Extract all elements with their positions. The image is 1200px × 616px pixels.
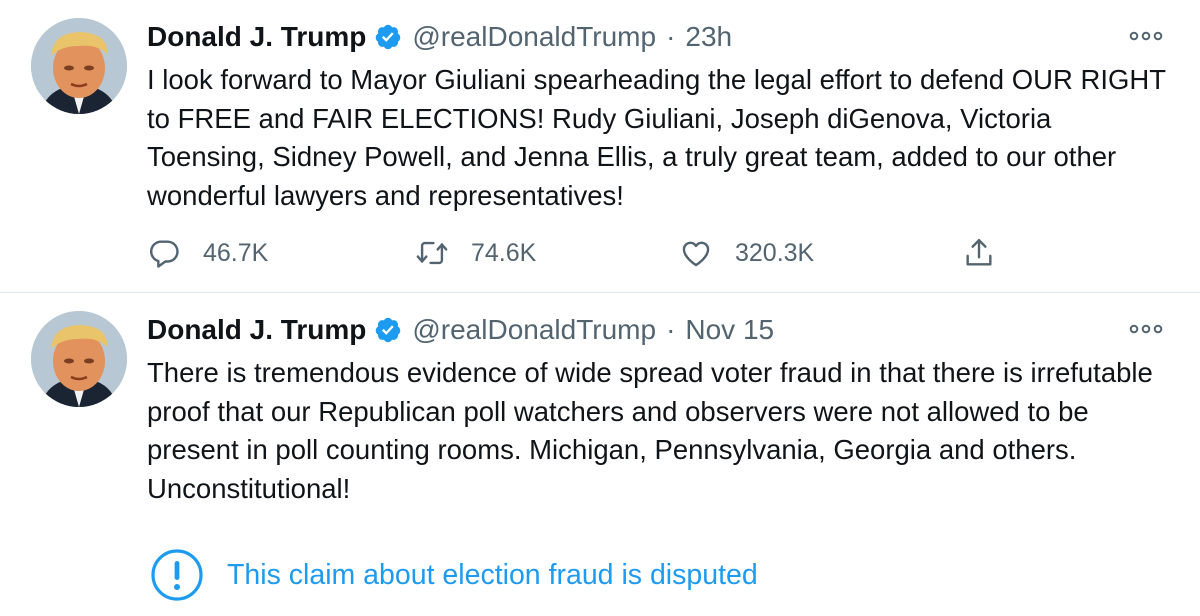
tweet[interactable]: Donald J. Trump @realDonaldTrump · Nov 1…	[0, 293, 1200, 616]
tweet-text: There is tremendous evidence of wide spr…	[147, 357, 1153, 504]
verified-badge-icon	[374, 23, 402, 51]
separator: ·	[666, 21, 676, 52]
like-button[interactable]: 320.3K	[679, 232, 814, 274]
timestamp[interactable]: 23h	[685, 21, 732, 53]
tweet-actions: 46.7K 74.6K 320.3K	[147, 232, 1007, 274]
tweet-text: I look forward to Mayor Giuliani spearhe…	[147, 64, 1166, 211]
author-name[interactable]: Donald J. Trump	[147, 314, 366, 346]
avatar[interactable]	[31, 311, 127, 407]
tweet-header: Donald J. Trump @realDonaldTrump · 23h	[147, 17, 732, 57]
like-icon	[679, 236, 713, 270]
reply-icon	[147, 236, 181, 270]
verified-badge-icon	[374, 316, 402, 344]
timestamp[interactable]: Nov 15	[685, 314, 774, 346]
tweet[interactable]: Donald J. Trump @realDonaldTrump · 23h I…	[0, 0, 1200, 292]
share-icon	[962, 236, 996, 270]
retweet-button[interactable]: 74.6K	[415, 232, 536, 274]
more-icon[interactable]	[1128, 317, 1164, 341]
author-name[interactable]: Donald J. Trump	[147, 21, 366, 53]
reply-button[interactable]: 46.7K	[147, 232, 268, 274]
disputed-claim-notice[interactable]: This claim about election fraud is dispu…	[150, 549, 758, 601]
author-handle[interactable]: @realDonaldTrump	[412, 314, 656, 346]
more-icon[interactable]	[1128, 24, 1164, 48]
exclamation-circle-icon	[150, 548, 204, 602]
retweet-count: 74.6K	[471, 238, 537, 267]
like-count: 320.3K	[735, 238, 815, 267]
retweet-icon	[415, 236, 449, 270]
author-handle[interactable]: @realDonaldTrump	[412, 21, 656, 53]
notice-label[interactable]: This claim about election fraud is dispu…	[227, 559, 758, 592]
avatar[interactable]	[31, 18, 127, 114]
share-button[interactable]	[962, 232, 996, 274]
reply-count: 46.7K	[203, 238, 269, 267]
tweet-header: Donald J. Trump @realDonaldTrump · Nov 1…	[147, 310, 774, 350]
separator: ·	[666, 314, 676, 345]
